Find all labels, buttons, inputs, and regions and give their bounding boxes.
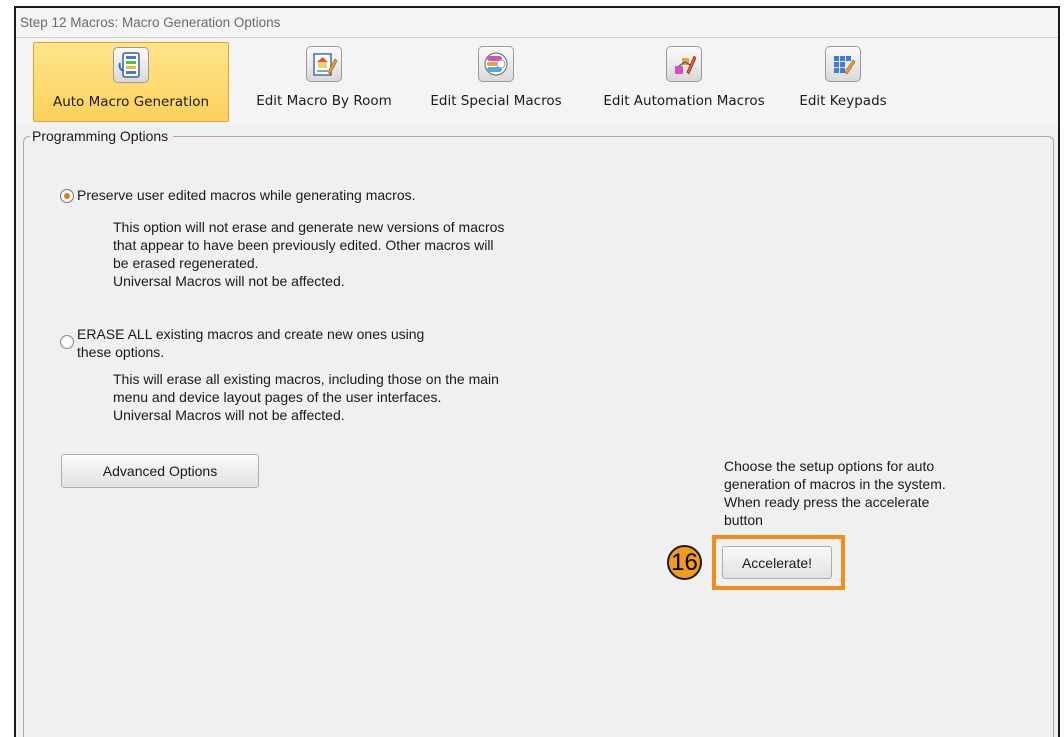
tab-label: Edit Keypads <box>799 93 887 109</box>
erase-all-radio[interactable] <box>60 335 74 349</box>
hint-line: Choose the setup options for auto <box>724 458 935 474</box>
window-title: Step 12 Macros: Macro Generation Options <box>16 8 1058 38</box>
tab-edit-macro-by-room[interactable]: Edit Macro By Room <box>238 42 410 122</box>
preserve-radio[interactable] <box>60 189 74 203</box>
tab-edit-keypads[interactable]: Edit Keypads <box>786 42 900 122</box>
tab-label: Edit Macro By Room <box>256 93 392 109</box>
callout-number-badge: 16 <box>667 545 702 580</box>
hint-line: button <box>724 512 763 528</box>
tab-label: Auto Macro Generation <box>52 94 210 110</box>
erase-all-description: This will erase all existing macros, inc… <box>113 370 499 424</box>
erase-all-label-line: ERASE ALL existing macros and create new… <box>77 326 425 342</box>
automation-macros-icon <box>666 46 702 82</box>
description-line: Universal Macros will not be affected. <box>113 273 345 289</box>
tab-label: Edit Automation Macros <box>603 93 765 109</box>
description-line: This option will not erase and generate … <box>113 219 505 235</box>
keypads-icon <box>825 46 861 82</box>
description-line: be erased regenerated. <box>113 255 259 271</box>
macro-toolbar: Auto Macro Generation Edit Macro By Room <box>16 38 1058 126</box>
preserve-description: This option will not erase and generate … <box>113 218 504 290</box>
preserve-label: Preserve user edited macros while genera… <box>77 187 416 203</box>
special-macros-icon <box>478 46 514 82</box>
hint-line: generation of macros in the system. <box>724 476 946 492</box>
hint-line: When ready press the accelerate <box>724 494 930 510</box>
tab-edit-special-macros[interactable]: Edit Special Macros <box>412 42 580 122</box>
edit-room-icon <box>306 46 342 82</box>
auto-macro-icon <box>113 47 149 83</box>
erase-all-option[interactable]: ERASE ALL existing macros and create new… <box>60 325 424 361</box>
preserve-macros-option[interactable]: Preserve user edited macros while genera… <box>60 187 416 203</box>
tab-edit-automation-macros[interactable]: Edit Automation Macros <box>586 42 782 122</box>
accelerate-button[interactable]: Accelerate! <box>722 546 832 579</box>
advanced-options-button[interactable]: Advanced Options <box>61 454 259 488</box>
accelerate-hint: Choose the setup options for auto genera… <box>724 457 946 529</box>
description-line: menu and device layout pages of the user… <box>113 389 442 405</box>
description-line: that appear to have been previously edit… <box>113 237 494 253</box>
group-legend: Programming Options <box>30 128 174 144</box>
description-line: Universal Macros will not be affected. <box>113 407 345 423</box>
tab-label: Edit Special Macros <box>430 93 562 109</box>
tab-auto-macro-generation[interactable]: Auto Macro Generation <box>33 42 229 122</box>
erase-all-label-line: these options. <box>77 344 165 360</box>
description-line: This will erase all existing macros, inc… <box>113 371 499 387</box>
erase-all-label: ERASE ALL existing macros and create new… <box>77 325 424 361</box>
